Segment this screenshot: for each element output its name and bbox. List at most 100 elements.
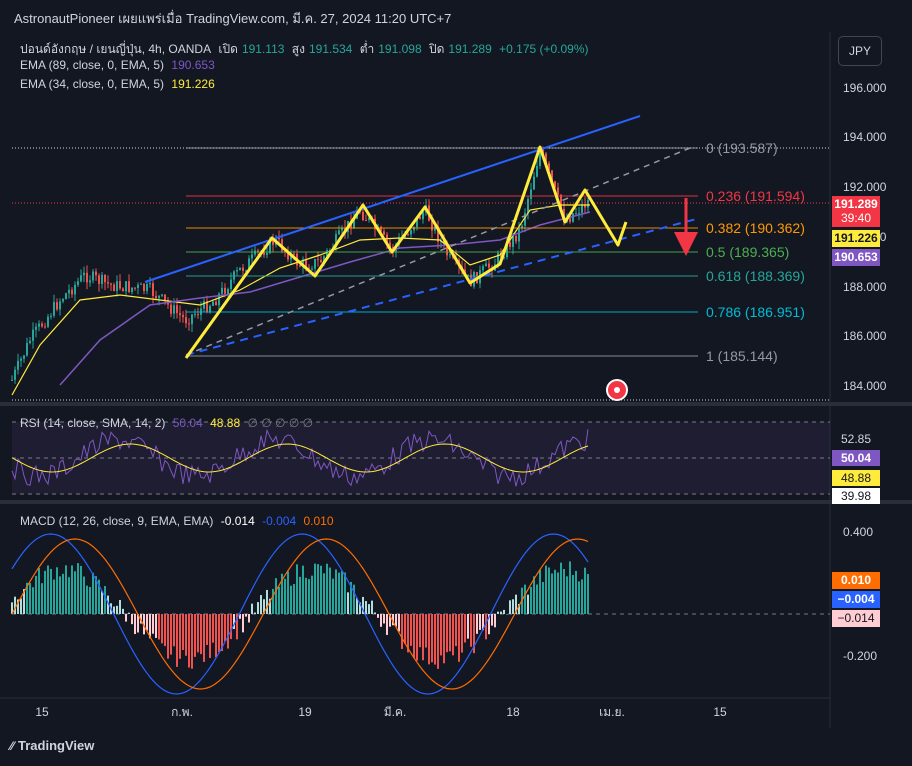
macd-hist-bar: [497, 611, 499, 614]
macd-hist-bar: [434, 614, 436, 665]
candle-body: [53, 302, 55, 316]
macd-hist-bar: [77, 563, 79, 614]
candle-body: [71, 289, 73, 295]
macd-hist-bar: [122, 608, 124, 614]
macd-hist-bar: [338, 572, 340, 614]
candle-body: [191, 314, 193, 325]
macd-hist-bar: [476, 614, 478, 634]
macd-hist-bar: [326, 563, 328, 614]
candle-body: [89, 280, 91, 283]
macd-hist-bar: [179, 614, 181, 659]
ema89-legend[interactable]: EMA (89, close, 0, EMA, 5) 190.653: [20, 58, 219, 72]
candle-body: [497, 252, 499, 265]
candle-body: [80, 275, 82, 282]
candle-body: [41, 323, 43, 327]
macd-hist-bar: [536, 584, 538, 614]
rsi-extra: ∅ ∅ ∅ ∅ ∅: [247, 416, 314, 430]
rsi-sma-value: 48.88: [210, 416, 241, 430]
macd-hist-bar: [47, 565, 49, 614]
candle-body: [32, 329, 34, 341]
macd-hist-bar: [176, 614, 178, 667]
candle-body: [299, 265, 301, 267]
macd-hist-bar: [194, 614, 196, 657]
tradingview-logo: ⁄⁄ TradingView: [10, 738, 94, 753]
high-label: สูง: [291, 42, 305, 56]
chart-canvas[interactable]: 0 (193.587)0.236 (191.594)0.382 (190.362…: [0, 32, 912, 728]
candle-body: [110, 283, 112, 285]
low-value: 191.098: [378, 42, 422, 56]
fib-level-label: 0.5 (189.365): [706, 244, 789, 260]
macd-legend[interactable]: MACD (12, 26, close, 9, EMA, EMA) -0.014…: [20, 514, 338, 528]
symbol-legend[interactable]: ปอนด์อังกฤษ / เยนญี่ปุ่น, 4h, OANDA เปิด…: [20, 40, 593, 59]
macd-hist-bar: [587, 574, 589, 614]
macd-hist-bar: [548, 567, 550, 614]
macd-hist-bar: [446, 614, 448, 653]
price-tick: 184.000: [843, 379, 887, 393]
macd-hist-bar: [44, 570, 46, 614]
macd-hist-bar: [425, 614, 427, 648]
ema34-legend[interactable]: EMA (34, close, 0, EMA, 5) 191.226: [20, 77, 219, 91]
tv-icon: ⁄⁄: [10, 739, 15, 753]
candle-body: [413, 226, 415, 231]
macd-line-badge: −0.004: [832, 591, 880, 608]
macd-tick: 0.400: [843, 525, 873, 539]
macd-label: MACD (12, 26, close, 9, EMA, EMA): [20, 514, 214, 528]
symbol-name: ปอนด์อังกฤษ / เยนญี่ปุ่น, 4h, OANDA: [20, 42, 212, 56]
macd-hist-bar: [128, 612, 130, 614]
candle-body: [65, 293, 67, 300]
macd-hist-bar: [320, 565, 322, 614]
macd-hist-bar: [533, 576, 535, 614]
macd-hist-bar: [32, 587, 34, 614]
price-pane: 0 (193.587)0.236 (191.594)0.382 (190.362…: [11, 115, 830, 401]
rsi-legend[interactable]: RSI (14, close, SMA, 14, 2) 50.04 48.88 …: [20, 416, 317, 430]
macd-hist-bar: [377, 614, 379, 618]
macd-hist-bar: [428, 614, 430, 665]
currency-button[interactable]: JPY: [838, 36, 882, 66]
ema34-value: 191.226: [171, 77, 215, 91]
macd-hist-value: -0.014: [220, 514, 255, 528]
candle-body: [188, 323, 190, 325]
macd-hist-bar: [512, 599, 514, 614]
macd-hist-bar: [89, 586, 91, 614]
macd-hist-bar: [458, 614, 460, 662]
candle-body: [146, 284, 148, 291]
candle-body: [221, 287, 223, 294]
macd-hist-badge: −0.014: [832, 610, 880, 627]
time-tick: 18: [506, 705, 520, 719]
macd-hist-bar: [74, 571, 76, 614]
candle-body: [509, 242, 511, 247]
candle-body: [179, 313, 181, 316]
macd-hist-bar: [257, 602, 259, 614]
candle-body: [158, 295, 160, 299]
macd-hist-bar: [155, 614, 157, 638]
candle-body: [68, 289, 70, 294]
macd-hist-bar: [38, 567, 40, 614]
chart-area[interactable]: 0 (193.587) 0.236 (191.594) 0.382 (190.362…: [0, 32, 912, 728]
candle-body: [527, 198, 529, 213]
time-tick: 19: [298, 705, 312, 719]
macd-hist-bar: [170, 614, 172, 655]
macd-hist-bar: [431, 614, 433, 663]
macd-hist-bar: [278, 586, 280, 614]
macd-hist-bar: [206, 614, 208, 646]
macd-hist-bar: [557, 572, 559, 614]
macd-hist-bar: [398, 614, 400, 632]
price-tick: 194.000: [843, 130, 887, 144]
macd-hist-bar: [305, 577, 307, 614]
macd-histogram: [11, 561, 589, 669]
macd-hist-bar: [125, 614, 127, 622]
ema34-price-badge: 191.226: [832, 230, 880, 247]
macd-hist-bar: [530, 587, 532, 614]
macd-hist-bar: [329, 567, 331, 614]
macd-hist-bar: [569, 561, 571, 614]
candle-body: [194, 314, 196, 316]
candle-body: [86, 272, 88, 283]
macd-hist-bar: [53, 579, 55, 614]
macd-hist-bar: [500, 611, 502, 614]
ema34-line: [11, 204, 590, 396]
ema89-line: [59, 211, 591, 386]
macd-hist-bar: [380, 614, 382, 627]
macd-hist-bar: [353, 584, 355, 614]
candle-body: [485, 263, 487, 267]
fib-level-label: 0.236 (191.594): [706, 188, 805, 204]
